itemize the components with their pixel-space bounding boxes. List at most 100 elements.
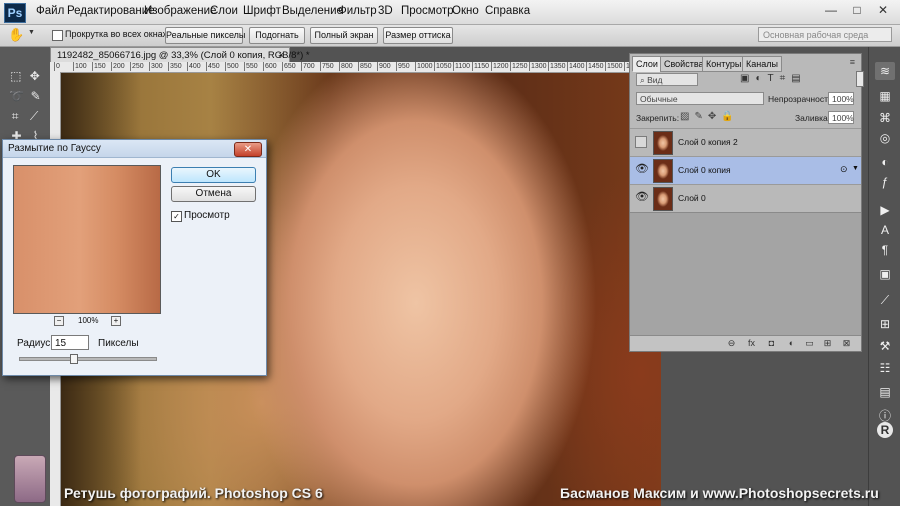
full-screen-button[interactable]: Полный экран — [310, 27, 378, 44]
radius-slider-thumb[interactable] — [70, 354, 78, 364]
ruler-tick: 1450 — [586, 62, 604, 71]
minimize-icon[interactable]: — — [820, 2, 842, 18]
visibility-toggle[interactable] — [635, 136, 647, 148]
clone-source-icon[interactable]: ⊞ — [875, 315, 895, 333]
ruler-tick: 100 — [73, 62, 87, 71]
ruler-tick: 500 — [225, 62, 239, 71]
zoom-out-button[interactable]: − — [54, 316, 64, 326]
crop-icon[interactable]: ⌗ — [12, 109, 19, 124]
ok-button[interactable]: OK — [171, 167, 256, 183]
cancel-button[interactable]: Отмена — [171, 186, 256, 202]
actual-pixels-button[interactable]: Реальные пикселы — [165, 27, 245, 44]
filter-toggle[interactable] — [856, 71, 864, 87]
menu-image[interactable]: Изображение — [144, 5, 216, 17]
lock-icons[interactable]: ▨✎✥🔒 — [680, 111, 739, 122]
maximize-icon[interactable]: □ — [846, 2, 868, 18]
tab-paths[interactable]: Контуры — [702, 56, 746, 72]
smart-filter-icon[interactable]: ⊙ — [840, 164, 848, 175]
radius-input[interactable]: 15 — [51, 335, 89, 350]
ruler-tick: 750 — [320, 62, 334, 71]
fit-screen-button[interactable]: Подогнать — [249, 27, 305, 44]
gaussian-blur-dialog: Размытие по Гауссу ✕ OK Отмена ✓ Просмот… — [2, 139, 267, 376]
channels-icon[interactable]: ◎ — [875, 129, 895, 147]
dock-strip: ≋ ▦ ⌘ ◎ ◐ ƒ ▶ A ¶ ▣ ⟋ ⊞ ⚒ ☷ ▤ ⓘ R — [868, 47, 900, 506]
link-icon[interactable]: ⊖ — [726, 338, 737, 348]
fill-label: Заливка: — [795, 113, 831, 123]
print-size-button[interactable]: Размер оттиска — [383, 27, 453, 44]
eyedropper-icon[interactable]: ⟋ — [30, 109, 38, 124]
zoom-in-button[interactable]: + — [111, 316, 121, 326]
tab-layers[interactable]: Слои — [632, 56, 662, 72]
mask-icon[interactable]: ◘ — [766, 338, 777, 348]
menu-3d[interactable]: 3D — [378, 5, 393, 17]
paragraph-icon[interactable]: ¶ — [875, 241, 895, 259]
registered-icon[interactable]: R — [877, 422, 893, 438]
quick-select-icon[interactable]: ✎ — [31, 89, 41, 103]
workspace-select[interactable]: Основная рабочая среда — [758, 27, 892, 42]
opacity-input[interactable]: 100% — [828, 92, 854, 105]
brush-preset-icon[interactable]: ⟋ — [875, 291, 895, 309]
paths-icon[interactable]: ⌘ — [875, 109, 895, 127]
timeline-icon[interactable]: ☷ — [875, 359, 895, 377]
preview-label: Просмотр — [184, 210, 230, 221]
layer-row[interactable]: Слой 0 копия 2 — [630, 128, 861, 156]
filter-kind-select[interactable]: ⌕ Вид — [636, 73, 698, 86]
menu-filter[interactable]: Фильтр — [338, 5, 377, 17]
group-icon[interactable]: ▭ — [804, 338, 815, 348]
new-layer-icon[interactable]: ⊞ — [822, 338, 833, 348]
document-title: 1192482_85066716.jpg @ 33,3% (Слой 0 коп… — [57, 50, 310, 61]
layer-row-selected[interactable]: 👁 Слой 0 копия ⊙ ▼ — [630, 156, 861, 184]
adjustments-icon[interactable]: ◐ — [875, 153, 895, 171]
ruler-tick: 1500 — [605, 62, 623, 71]
menu-select[interactable]: Выделение — [282, 5, 343, 17]
dialog-title: Размытие по Гауссу — [8, 143, 101, 154]
fx-icon[interactable]: fx — [746, 338, 757, 348]
scroll-all-checkbox[interactable] — [52, 30, 63, 41]
panel-menu-icon[interactable]: ≡ — [850, 57, 855, 67]
tab-channels[interactable]: Каналы — [742, 56, 782, 72]
tab-close-icon[interactable]: × — [278, 48, 284, 63]
tool-presets-icon[interactable]: ⚒ — [875, 337, 895, 355]
dialog-title-bar[interactable]: Размытие по Гауссу ✕ — [3, 140, 266, 158]
hand-tool-icon[interactable]: ✋ — [8, 27, 24, 43]
filter-icons[interactable]: ▣◐T⌗▤ — [740, 73, 807, 84]
move-icon[interactable]: ✥ — [30, 69, 40, 83]
character-icon[interactable]: A — [875, 221, 895, 239]
chevron-down-icon[interactable]: ▼ — [28, 29, 35, 36]
trash-icon[interactable]: ⊠ — [841, 338, 852, 348]
menu-edit[interactable]: Редактирование — [67, 5, 155, 17]
grid-icon[interactable]: ▣ — [875, 265, 895, 283]
menu-view[interactable]: Просмотр — [401, 5, 454, 17]
preview-checkbox[interactable]: ✓ — [171, 211, 182, 222]
dialog-close-button[interactable]: ✕ — [234, 142, 262, 157]
lasso-icon[interactable]: ➰ — [9, 89, 24, 103]
eye-icon[interactable]: 👁 — [635, 192, 649, 203]
styles-icon[interactable]: ƒ — [875, 173, 895, 191]
document-tab[interactable]: 1192482_85066716.jpg @ 33,3% (Слой 0 коп… — [50, 47, 310, 63]
menu-type[interactable]: Шрифт — [243, 5, 281, 17]
marquee-icon[interactable]: ⬚ — [10, 69, 21, 83]
swatches-icon[interactable]: ▦ — [875, 87, 895, 105]
preview-window[interactable] — [13, 165, 161, 314]
chevron-down-icon[interactable]: ▼ — [852, 165, 859, 172]
blend-mode-select[interactable]: Обычные — [636, 92, 764, 105]
tab-properties[interactable]: Свойства — [660, 56, 708, 72]
layer-row[interactable]: 👁 Слой 0 — [630, 184, 861, 212]
zoom-level: 100% — [78, 316, 99, 325]
ruler-tick: 250 — [130, 62, 144, 71]
radius-slider-track[interactable] — [19, 357, 157, 361]
menu-file[interactable]: Файл — [36, 5, 64, 17]
menu-layers[interactable]: Слои — [210, 5, 238, 17]
menu-help[interactable]: Справка — [485, 5, 530, 17]
menu-window[interactable]: Окно — [452, 5, 479, 17]
close-icon[interactable]: ✕ — [872, 2, 894, 18]
fill-input[interactable]: 100% — [828, 111, 854, 124]
eye-icon[interactable]: 👁 — [635, 164, 649, 175]
adjustment-icon[interactable]: ◐ — [786, 338, 797, 348]
layers-icon[interactable]: ≋ — [875, 62, 895, 80]
ruler-tick: 1400 — [567, 62, 585, 71]
ruler-tick: 1250 — [510, 62, 528, 71]
play-icon[interactable]: ▶ — [875, 201, 895, 219]
notes-icon[interactable]: ▤ — [875, 383, 895, 401]
ruler-tick: 0 — [54, 62, 60, 71]
